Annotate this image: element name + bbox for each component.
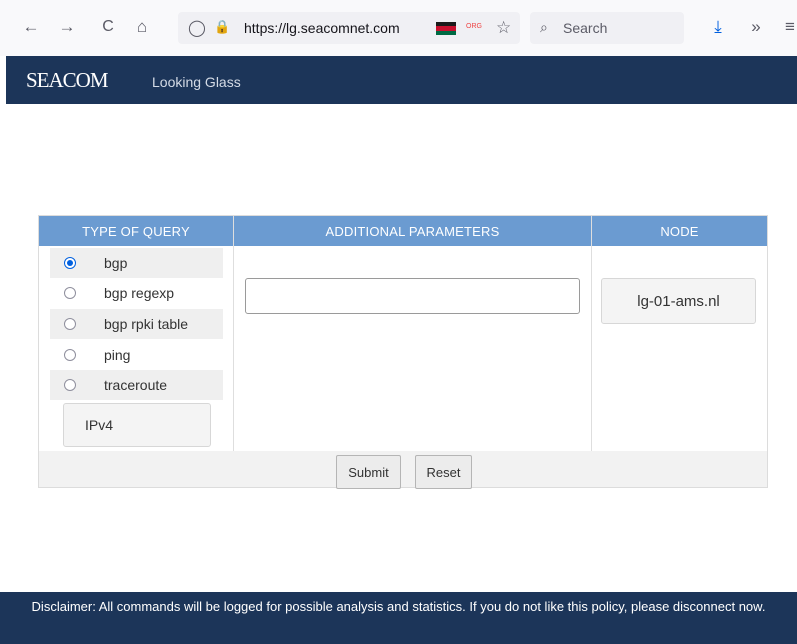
reset-button[interactable]: Reset: [415, 455, 472, 489]
column-header-parameters: ADDITIONAL PARAMETERS: [234, 216, 591, 246]
extension-icon[interactable]: ORG: [466, 23, 482, 33]
forward-icon[interactable]: →: [56, 16, 78, 38]
column-header-node: NODE: [592, 216, 767, 246]
overflow-icon[interactable]: »: [745, 16, 767, 38]
query-form: TYPE OF QUERY ADDITIONAL PARAMETERS NODE…: [38, 215, 768, 489]
query-type-ping[interactable]: ping: [50, 340, 223, 370]
node-select[interactable]: lg-01-ams.nl: [601, 278, 756, 324]
disclaimer-footer: Disclaimer: All commands will be logged …: [0, 592, 797, 644]
radio-button[interactable]: [64, 257, 76, 269]
column-header-type: TYPE OF QUERY: [39, 216, 233, 246]
search-input[interactable]: Search: [563, 20, 607, 36]
bookmark-star-icon[interactable]: ☆: [496, 18, 511, 38]
browser-toolbar: ← → C ⌂ ◯ 🔒 https://lg.seacomnet.com ORG…: [0, 0, 797, 56]
query-type-label: traceroute: [104, 377, 168, 393]
search-icon: ⌕: [540, 19, 548, 35]
search-bar[interactable]: ⌕ Search: [530, 12, 684, 44]
query-type-label: ping: [104, 347, 131, 363]
menu-icon[interactable]: ≡: [779, 16, 797, 38]
url-text[interactable]: https://lg.seacomnet.com: [244, 20, 400, 36]
site-header: SEACOM Looking Glass: [6, 56, 797, 104]
radio-button[interactable]: [64, 318, 76, 330]
form-actions: Submit Reset: [39, 451, 767, 489]
lock-icon[interactable]: 🔒: [214, 19, 230, 35]
page-title[interactable]: Looking Glass: [152, 74, 241, 90]
radio-button[interactable]: [64, 379, 76, 391]
query-type-label: bgp regexp: [104, 285, 175, 301]
home-icon[interactable]: ⌂: [131, 16, 153, 38]
radio-button[interactable]: [64, 287, 76, 299]
download-icon[interactable]: ⤓: [707, 16, 729, 38]
disclaimer-text: Disclaimer: All commands will be logged …: [31, 599, 766, 614]
flag-icon: [436, 22, 456, 35]
seacom-logo[interactable]: SEACOM: [26, 68, 109, 93]
parameters-input[interactable]: [245, 278, 580, 314]
reload-icon[interactable]: C: [97, 16, 119, 38]
back-icon[interactable]: ←: [20, 16, 42, 38]
column-divider: [233, 216, 234, 451]
query-type-bgp-rpki-table[interactable]: bgp rpki table: [50, 309, 223, 339]
query-type-traceroute[interactable]: traceroute: [50, 370, 223, 400]
radio-button[interactable]: [64, 349, 76, 361]
submit-button[interactable]: Submit: [336, 455, 401, 489]
column-divider: [591, 216, 592, 451]
query-type-label: bgp: [104, 255, 128, 271]
query-type-bgp[interactable]: bgp: [50, 248, 223, 278]
query-type-bgp-regexp[interactable]: bgp regexp: [50, 278, 223, 308]
shield-icon[interactable]: ◯: [188, 18, 206, 38]
ip-version-select[interactable]: IPv4: [63, 403, 211, 447]
url-bar[interactable]: ◯ 🔒 https://lg.seacomnet.com ORG ☆: [178, 12, 520, 44]
query-type-label: bgp rpki table: [104, 316, 189, 332]
